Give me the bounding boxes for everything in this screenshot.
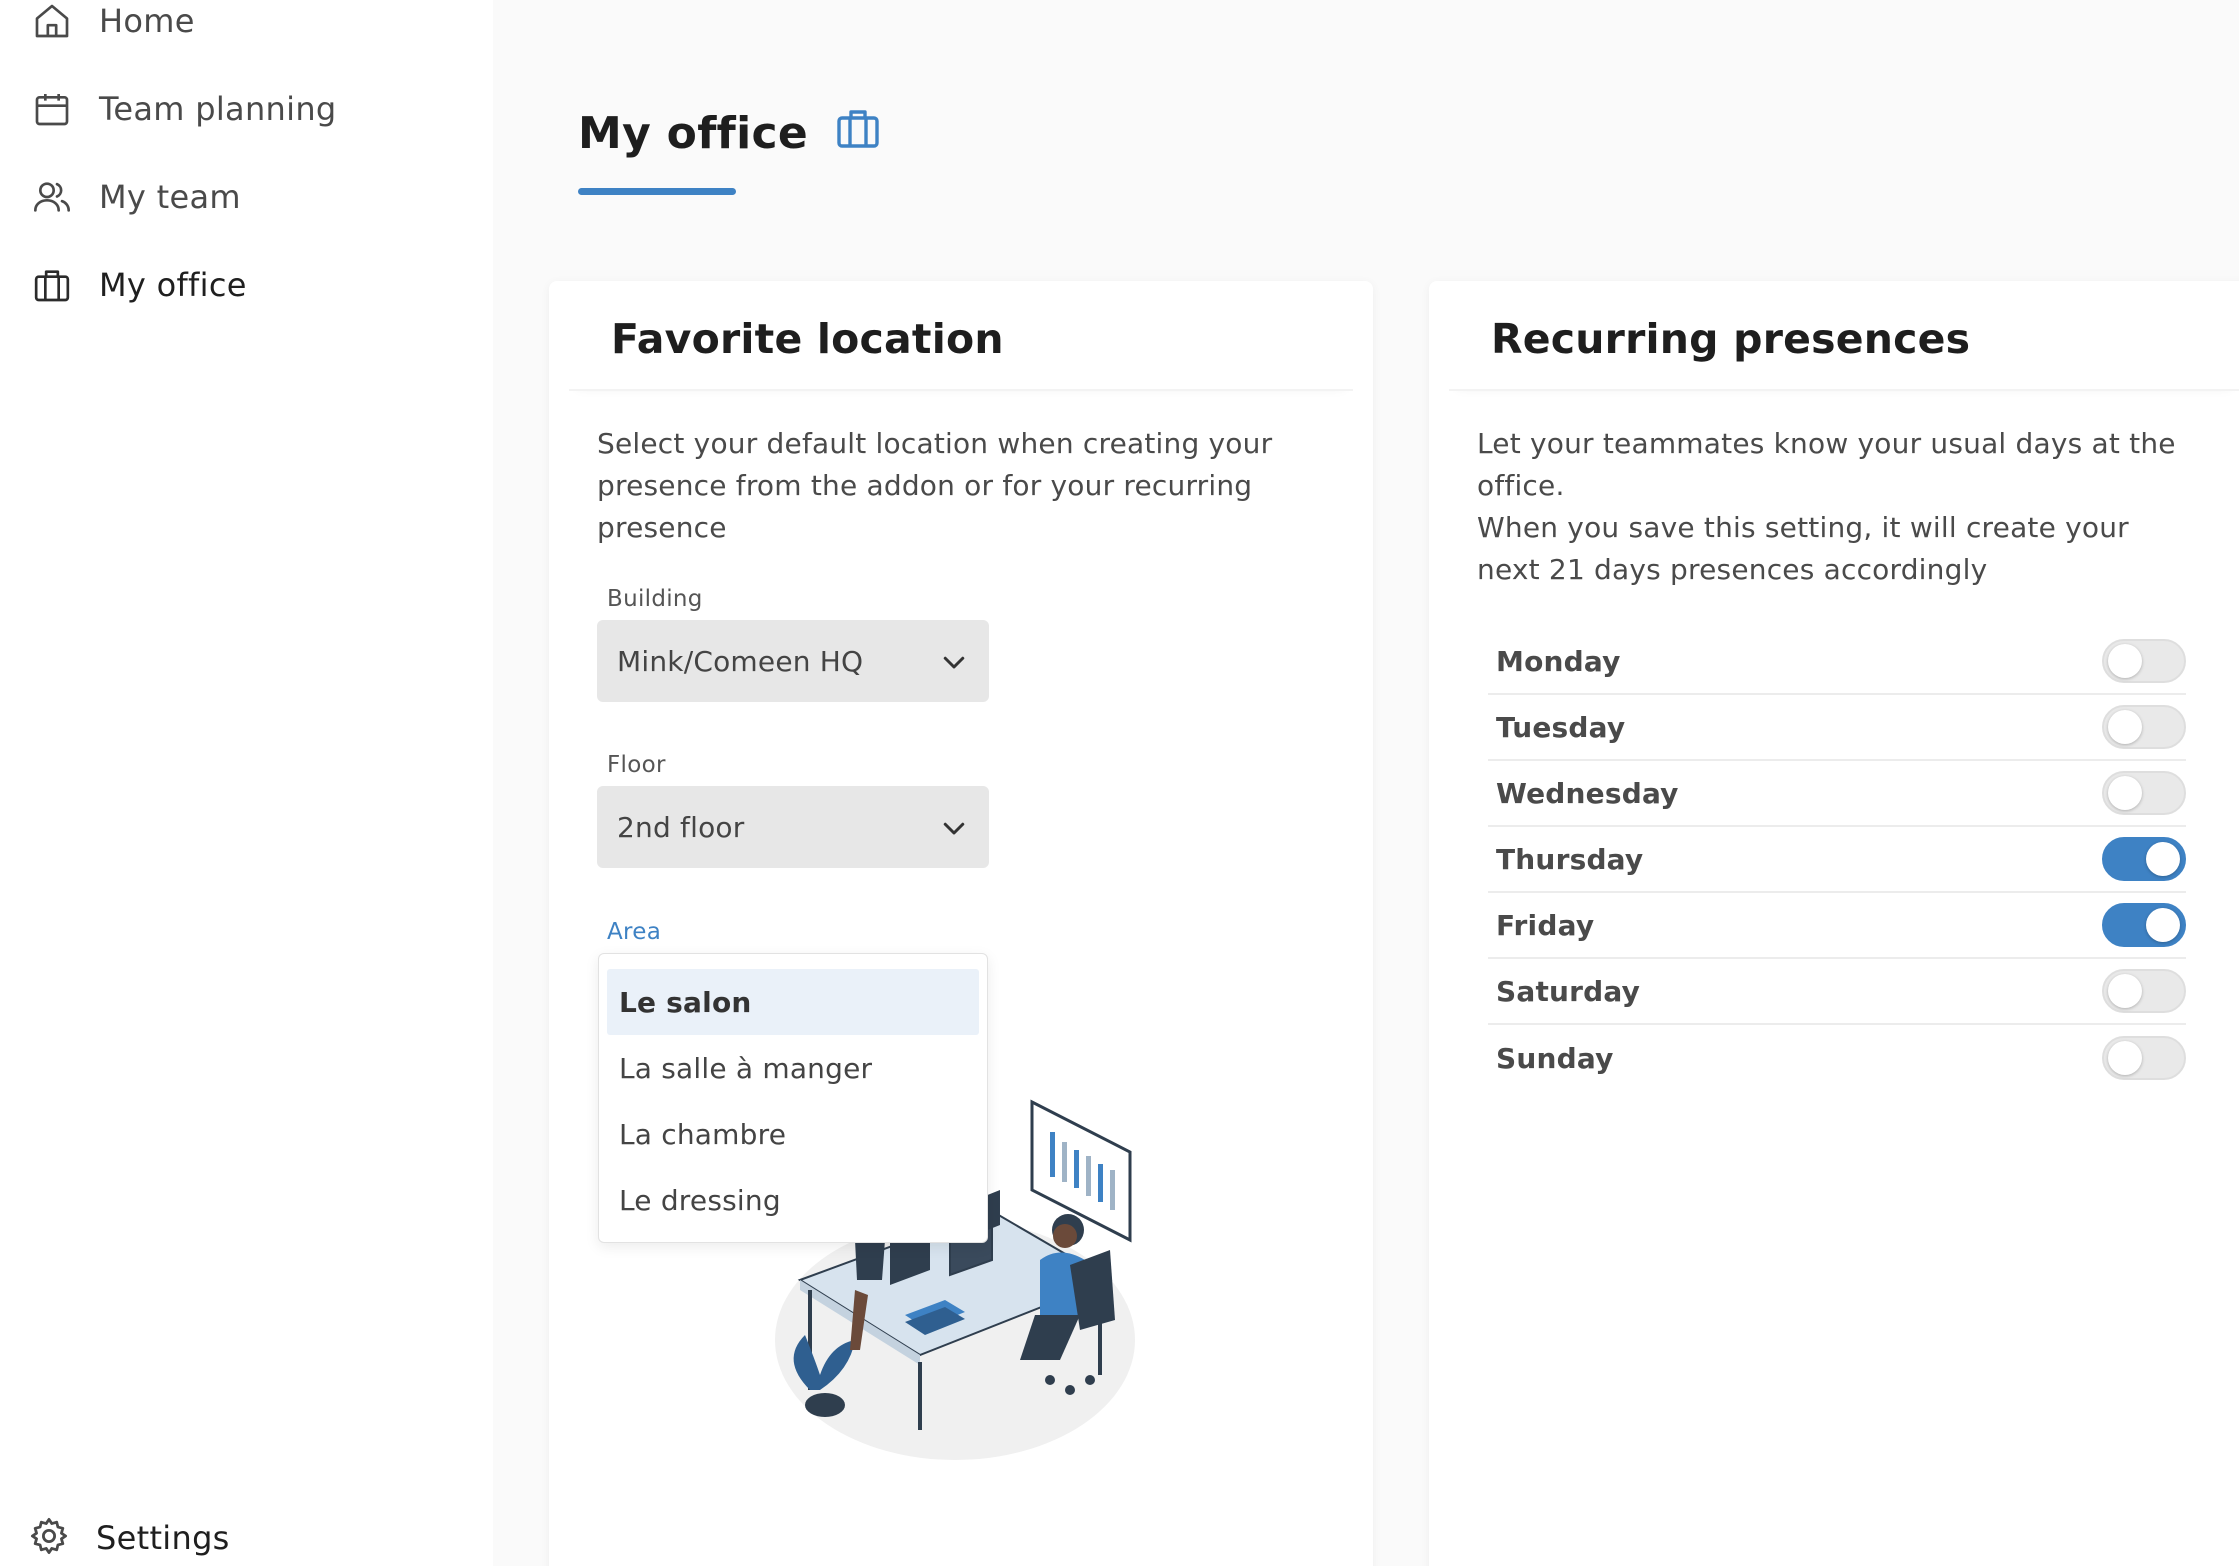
sidebar-item-label: Team planning	[99, 90, 337, 128]
dropdown-option-le-dressing[interactable]: Le dressing	[607, 1167, 979, 1233]
card-description-line2: When you save this setting, it will crea…	[1477, 511, 2129, 586]
day-row-sunday: Sunday	[1488, 1025, 2186, 1091]
wednesday-toggle[interactable]	[2102, 771, 2186, 815]
floor-select[interactable]: 2nd floor	[597, 786, 989, 868]
sidebar-item-label: Home	[99, 2, 195, 40]
floor-label: Floor	[607, 752, 666, 778]
day-row-wednesday: Wednesday	[1488, 761, 2186, 827]
day-row-monday: Monday	[1488, 629, 2186, 695]
briefcase-icon	[834, 104, 882, 152]
users-icon	[30, 175, 74, 219]
toggle-knob	[2146, 908, 2180, 942]
tab-active-indicator	[578, 188, 736, 195]
card-description: Select your default location when creati…	[597, 427, 1273, 544]
sidebar-item-label: My office	[99, 266, 247, 304]
page-title: My office	[578, 108, 809, 159]
day-label: Sunday	[1496, 1041, 1614, 1075]
sidebar: Home Team planning My team My office Set…	[0, 0, 493, 1566]
friday-toggle[interactable]	[2102, 903, 2186, 947]
toggle-knob	[2146, 842, 2180, 876]
sunday-toggle[interactable]	[2102, 1036, 2186, 1080]
dropdown-option-le-salon[interactable]: Le salon	[607, 969, 979, 1035]
sidebar-item-settings[interactable]: Settings	[28, 1515, 230, 1561]
day-label: Monday	[1496, 644, 1621, 678]
sidebar-item-my-team[interactable]: My team	[30, 167, 241, 227]
card-description-line1: Let your teammates know your usual days …	[1477, 427, 2176, 502]
thursday-toggle[interactable]	[2102, 837, 2186, 881]
calendar-icon	[30, 87, 74, 131]
building-select-value: Mink/Comeen HQ	[617, 644, 864, 678]
dropdown-option-la-chambre[interactable]: La chambre	[607, 1101, 979, 1167]
building-select[interactable]: Mink/Comeen HQ	[597, 620, 989, 702]
chevron-down-icon	[943, 656, 965, 669]
card-header: Favorite location	[569, 281, 1353, 391]
day-label: Thursday	[1496, 842, 1644, 876]
briefcase-icon	[30, 263, 74, 307]
dropdown-option-la-salle-a-manger[interactable]: La salle à manger	[607, 1035, 979, 1101]
saturday-toggle[interactable]	[2102, 969, 2186, 1013]
day-label: Saturday	[1496, 974, 1641, 1008]
sidebar-item-my-office[interactable]: My office	[30, 255, 247, 315]
toggle-knob	[2108, 1041, 2142, 1075]
toggle-knob	[2108, 710, 2142, 744]
day-row-thursday: Thursday	[1488, 827, 2186, 893]
area-label: Area	[607, 919, 662, 945]
day-row-tuesday: Tuesday	[1488, 695, 2186, 761]
toggle-knob	[2108, 776, 2142, 810]
card-title: Recurring presences	[1491, 315, 1971, 363]
monday-toggle[interactable]	[2102, 639, 2186, 683]
day-row-saturday: Saturday	[1488, 959, 2186, 1025]
home-icon	[30, 0, 74, 43]
page-header: My office	[578, 108, 882, 159]
tuesday-toggle[interactable]	[2102, 705, 2186, 749]
day-label: Friday	[1496, 908, 1595, 942]
card-header: Recurring presences	[1449, 281, 2239, 391]
sidebar-item-home[interactable]: Home	[30, 0, 195, 51]
building-label: Building	[607, 586, 703, 612]
area-dropdown-menu: Le salon La salle à manger La chambre Le…	[598, 953, 988, 1243]
sidebar-item-label: My team	[99, 178, 241, 216]
toggle-knob	[2108, 644, 2142, 678]
toggle-knob	[2108, 974, 2142, 1008]
floor-select-value: 2nd floor	[617, 810, 745, 844]
settings-label: Settings	[96, 1519, 230, 1557]
gear-icon	[28, 1515, 70, 1561]
sidebar-item-team-planning[interactable]: Team planning	[30, 79, 337, 139]
chevron-down-icon	[943, 822, 965, 835]
day-label: Tuesday	[1496, 710, 1626, 744]
card-title: Favorite location	[611, 315, 1004, 363]
day-label: Wednesday	[1496, 776, 1679, 810]
day-row-friday: Friday	[1488, 893, 2186, 959]
